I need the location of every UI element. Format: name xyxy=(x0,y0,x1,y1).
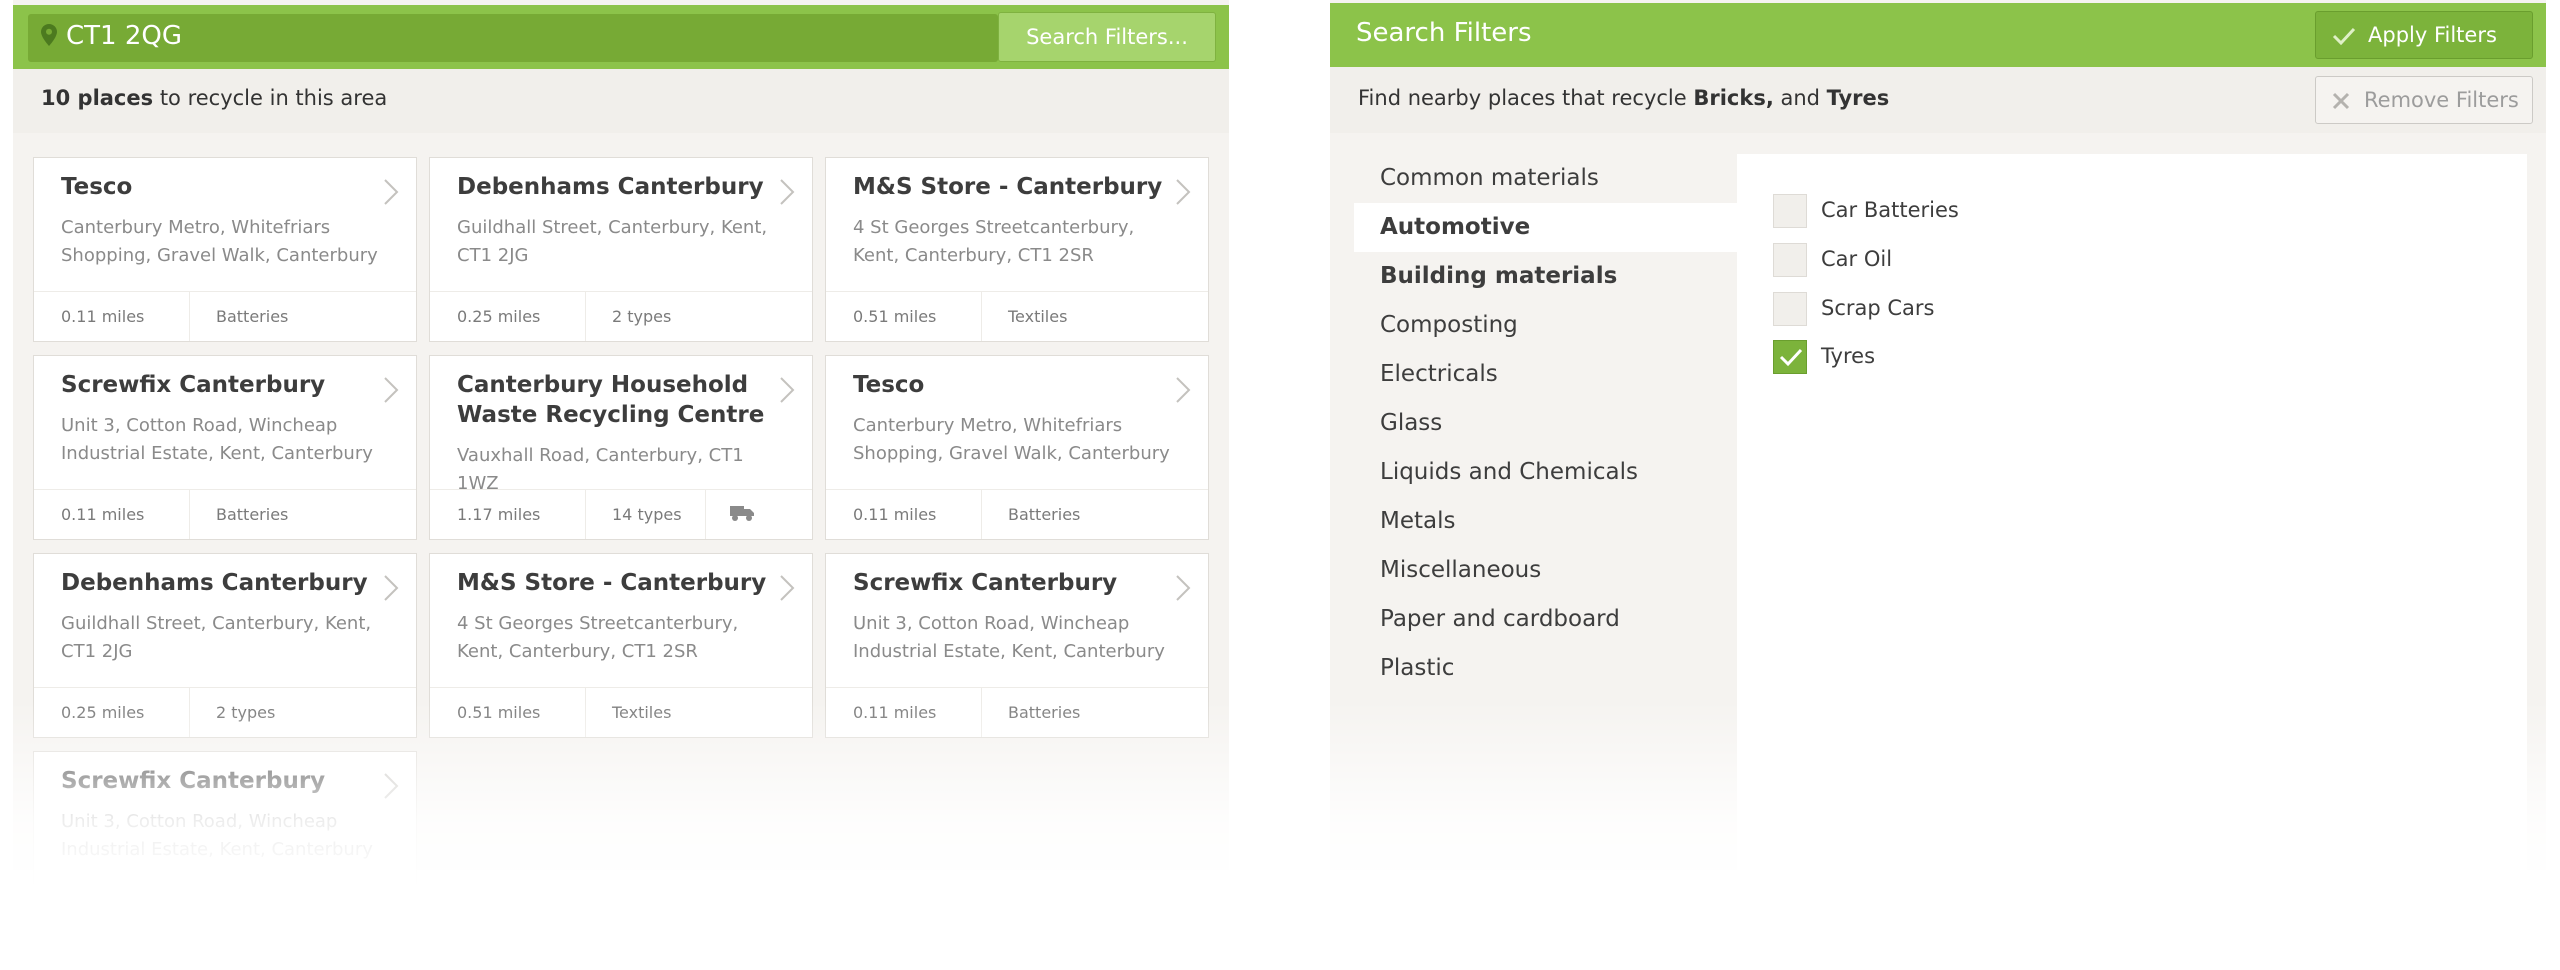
chevron-right-icon[interactable] xyxy=(778,573,796,603)
material-types: 14 types xyxy=(612,505,682,524)
divider xyxy=(981,490,982,539)
results-panel: CT1 2QG Search Filters... 10 places to r… xyxy=(13,0,1229,970)
category-item[interactable]: Miscellaneous xyxy=(1354,546,1738,595)
location-pin-icon xyxy=(41,24,57,46)
place-name: Debenhams Canterbury xyxy=(61,570,368,596)
bottom-fade xyxy=(13,700,1229,970)
category-item[interactable]: Common materials xyxy=(1354,154,1738,203)
option-label: Car Batteries xyxy=(1821,198,1959,222)
option-label: Tyres xyxy=(1821,344,1876,368)
checkmark-icon xyxy=(1779,348,1803,367)
option-label: Car Oil xyxy=(1821,247,1893,271)
divider xyxy=(585,490,586,539)
place-address: Canterbury Metro, Whitefriars Shopping, … xyxy=(61,217,378,266)
card-footer: 0.11 miles Batteries xyxy=(34,489,416,539)
place-name: Screwfix Canterbury xyxy=(61,372,326,398)
chevron-right-icon[interactable] xyxy=(778,375,796,405)
place-name: M&S Store - Canterbury xyxy=(457,570,767,596)
category-item[interactable]: Metals xyxy=(1354,497,1738,546)
category-item[interactable]: Glass xyxy=(1354,399,1738,448)
chevron-right-icon[interactable] xyxy=(382,375,400,405)
checkbox[interactable] xyxy=(1773,340,1807,374)
result-card[interactable]: Tesco Canterbury Metro, Whitefriars Shopp… xyxy=(825,355,1209,540)
filters-summary-text: Find nearby places that recycle Bricks, … xyxy=(1358,86,1890,110)
card-footer: 0.11 miles Batteries xyxy=(34,291,416,341)
place-address: Guildhall Street, Canterbury, Kent, CT1 … xyxy=(457,217,768,266)
material-types: Batteries xyxy=(216,307,289,326)
card-footer: 0.25 miles 2 types xyxy=(430,291,812,341)
distance: 1.17 miles xyxy=(457,505,541,524)
apply-filters-button[interactable]: Apply Filters xyxy=(2315,11,2533,59)
material-types: Batteries xyxy=(216,505,289,524)
location-text: CT1 2QG xyxy=(66,21,182,51)
divider xyxy=(585,292,586,341)
chevron-right-icon[interactable] xyxy=(382,177,400,207)
distance: 0.25 miles xyxy=(457,307,541,326)
distance: 0.11 miles xyxy=(61,505,145,524)
chevron-right-icon[interactable] xyxy=(1174,177,1192,207)
place-address: 4 St Georges Streetcanterbury, Kent, Can… xyxy=(457,613,739,662)
card-footer: 0.51 miles Textiles xyxy=(826,291,1208,341)
category-item[interactable]: Paper and cardboard xyxy=(1354,595,1738,644)
category-item[interactable]: Composting xyxy=(1354,301,1738,350)
result-card[interactable]: Screwfix Canterbury Unit 3, Cotton Road, … xyxy=(33,355,417,540)
divider xyxy=(189,490,190,539)
place-name: Tesco xyxy=(853,372,925,398)
place-name: Screwfix Canterbury xyxy=(853,570,1118,596)
checkmark-icon xyxy=(2332,27,2356,45)
divider xyxy=(981,292,982,341)
card-footer: 0.11 miles Batteries xyxy=(826,489,1208,539)
remove-filters-button[interactable]: Remove Filters xyxy=(2315,76,2533,124)
bottom-fade xyxy=(1330,700,2546,970)
truck-icon xyxy=(730,506,754,521)
category-item[interactable]: Liquids and Chemicals xyxy=(1354,448,1738,497)
results-count: 10 places to recycle in this area xyxy=(41,86,388,110)
place-name: M&S Store - Canterbury xyxy=(853,174,1163,200)
close-icon xyxy=(2332,92,2350,110)
category-item[interactable]: Automotive xyxy=(1354,203,1738,252)
distance: 0.11 miles xyxy=(61,307,145,326)
place-address: Guildhall Street, Canterbury, Kent, CT1 … xyxy=(61,613,372,662)
material-types: 2 types xyxy=(612,307,672,326)
checkbox[interactable] xyxy=(1773,292,1807,326)
category-item[interactable]: Plastic xyxy=(1354,644,1738,693)
place-name: Tesco xyxy=(61,174,133,200)
distance: 0.51 miles xyxy=(853,307,937,326)
search-filters-button[interactable]: Search Filters... xyxy=(998,12,1216,62)
material-types: Batteries xyxy=(1008,505,1081,524)
place-address: Canterbury Metro, Whitefriars Shopping, … xyxy=(853,415,1170,464)
filters-panel: Search Filters Apply Filters Find nearby… xyxy=(1330,0,2546,970)
checkbox[interactable] xyxy=(1773,194,1807,228)
checkbox[interactable] xyxy=(1773,243,1807,277)
category-list: Common materials Automotive Building mater… xyxy=(1354,154,1738,693)
chevron-right-icon[interactable] xyxy=(382,573,400,603)
option-label: Scrap Cars xyxy=(1821,296,1935,320)
chevron-right-icon[interactable] xyxy=(778,177,796,207)
distance: 0.11 miles xyxy=(853,505,937,524)
material-types: Textiles xyxy=(1008,307,1068,326)
place-address: Unit 3, Cotton Road, Wincheap Industrial… xyxy=(853,613,1165,662)
category-item[interactable]: Electricals xyxy=(1354,350,1738,399)
divider xyxy=(705,490,706,539)
place-name: Debenhams Canterbury xyxy=(457,174,764,200)
result-card[interactable]: Debenhams Canterbury Guildhall Street, Ca… xyxy=(429,157,813,342)
place-address: Unit 3, Cotton Road, Wincheap Industrial… xyxy=(61,415,373,464)
filters-title: Search Filters xyxy=(1356,18,1532,48)
result-card[interactable]: M&S Store - Canterbury 4 St Georges Stree… xyxy=(825,157,1209,342)
place-address: 4 St Georges Streetcanterbury, Kent, Can… xyxy=(853,217,1135,266)
category-item[interactable]: Building materials xyxy=(1354,252,1738,301)
card-footer: 1.17 miles 14 types xyxy=(430,489,812,539)
result-card[interactable]: Tesco Canterbury Metro, Whitefriars Shopp… xyxy=(33,157,417,342)
divider xyxy=(189,292,190,341)
result-card[interactable]: Canterbury Household Waste Recycling Cen… xyxy=(429,355,813,540)
place-name: Canterbury Household Waste Recycling Cen… xyxy=(457,372,765,428)
chevron-right-icon[interactable] xyxy=(1174,375,1192,405)
chevron-right-icon[interactable] xyxy=(1174,573,1192,603)
